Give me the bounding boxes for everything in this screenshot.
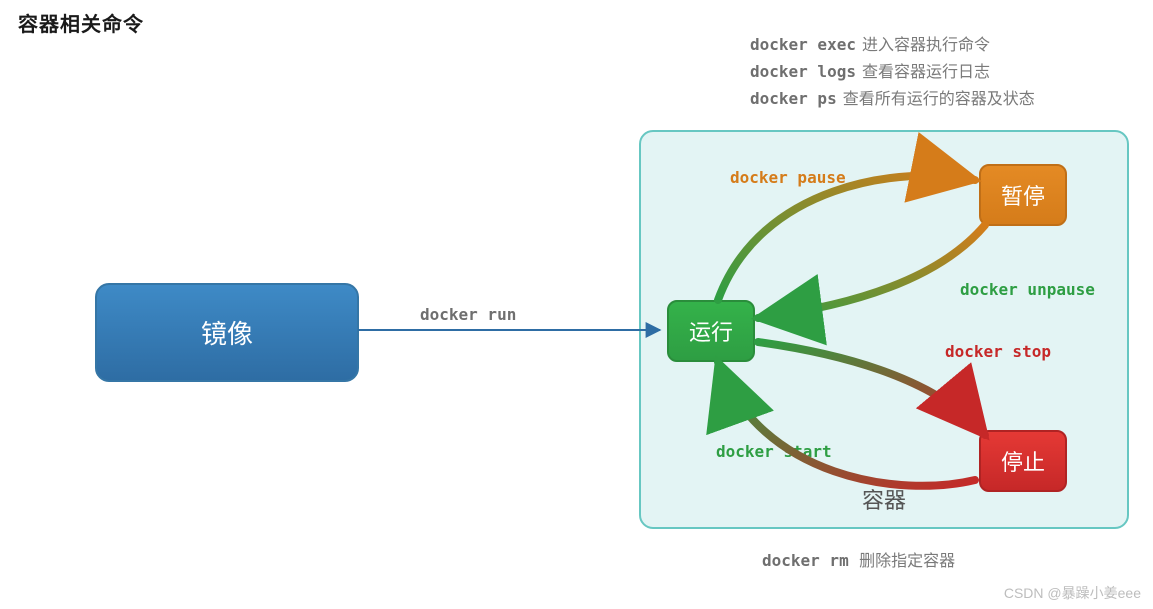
image-node-label: 镜像 — [201, 314, 253, 351]
cmd-exec-desc: 进入容器执行命令 — [862, 37, 990, 54]
diagram-title: 容器相关命令 — [18, 8, 144, 37]
state-stopped: 停止 — [979, 430, 1067, 492]
image-node: 镜像 — [95, 283, 359, 382]
watermark: CSDN @暴躁小姜eee — [1004, 583, 1141, 603]
edge-label-unpause: docker unpause — [960, 280, 1095, 299]
container-group-label: 容器 — [862, 483, 906, 515]
edge-label-stop: docker stop — [945, 342, 1051, 361]
edge-label-pause: docker pause — [730, 168, 846, 187]
edge-label-run: docker run — [420, 305, 516, 324]
command-legend-bottom: docker rm 删除指定容器 — [762, 548, 955, 575]
cmd-exec: docker exec — [750, 35, 856, 54]
state-running-label: 运行 — [689, 315, 733, 347]
cmd-logs: docker logs — [750, 62, 856, 81]
state-stopped-label: 停止 — [1001, 445, 1045, 477]
cmd-logs-desc: 查看容器运行日志 — [862, 64, 990, 81]
state-running: 运行 — [667, 300, 755, 362]
cmd-rm-desc: 删除指定容器 — [859, 553, 955, 570]
state-paused: 暂停 — [979, 164, 1067, 226]
cmd-ps-desc: 查看所有运行的容器及状态 — [843, 91, 1035, 108]
edge-label-start: docker start — [716, 442, 832, 461]
cmd-ps: docker ps — [750, 89, 837, 108]
container-group: 运行 暂停 停止 容器 — [639, 130, 1129, 529]
command-legend-top: docker exec进入容器执行命令 docker logs查看容器运行日志 … — [750, 32, 1035, 113]
state-paused-label: 暂停 — [1001, 179, 1045, 211]
cmd-rm: docker rm — [762, 551, 849, 570]
